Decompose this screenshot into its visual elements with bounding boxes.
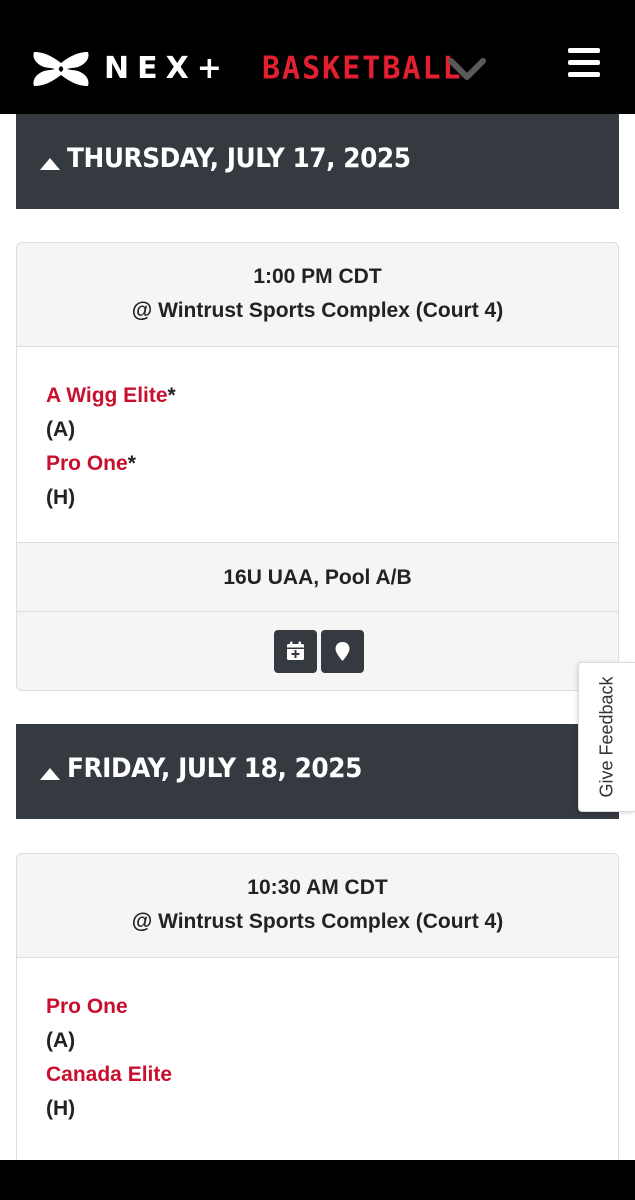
caret-up-icon (40, 158, 60, 170)
section-title[interactable]: BASKETBALL (262, 49, 463, 89)
day-label: THURSDAY, JULY 17, 2025 (67, 143, 411, 174)
top-nav-bar: NEX+ BASKETBALL (0, 0, 635, 114)
bottom-system-bar (0, 1160, 635, 1200)
game-time: 10:30 AM CDT (247, 876, 388, 899)
caret-up-icon (40, 768, 60, 780)
calendar-add-icon (287, 641, 304, 660)
home-designation: (H) (46, 486, 76, 509)
team-marker: * (127, 452, 136, 475)
away-team-link[interactable]: A Wigg Elite (46, 384, 168, 407)
game-card: 1:00 PM CDT @ Wintrust Sports Complex (C… (16, 242, 619, 691)
team-marker: * (167, 384, 176, 407)
map-pin-icon (335, 642, 350, 661)
chevron-down-icon[interactable] (446, 52, 488, 86)
game-card: 10:30 AM CDT @ Wintrust Sports Complex (… (16, 853, 619, 1173)
away-designation: (A) (46, 418, 76, 441)
day-header-friday[interactable]: FRIDAY, JULY 18, 2025 (16, 724, 619, 819)
away-team-link[interactable]: Pro One (46, 995, 128, 1018)
nex-brand-label: NEX+ (104, 51, 230, 86)
game-location: @ Wintrust Sports Complex (Court 4) (131, 910, 504, 933)
game-time: 1:00 PM CDT (253, 265, 382, 288)
game-card-header: 1:00 PM CDT @ Wintrust Sports Complex (C… (17, 243, 618, 347)
under-armour-logo[interactable] (30, 50, 92, 88)
away-designation: (A) (46, 1029, 76, 1052)
matchup: A Wigg Elite* (A) Pro One* (H) (17, 347, 618, 542)
home-team-link[interactable]: Pro One (46, 452, 128, 475)
map-location-button[interactable] (321, 630, 364, 673)
home-team-link[interactable]: Canada Elite (46, 1063, 172, 1086)
matchup: Pro One (A) Canada Elite (H) (17, 958, 618, 1153)
game-location: @ Wintrust Sports Complex (Court 4) (131, 299, 504, 322)
home-designation: (H) (46, 1097, 76, 1120)
give-feedback-tab[interactable]: Give Feedback (578, 662, 635, 812)
add-to-calendar-button[interactable] (274, 630, 317, 673)
hamburger-menu-icon[interactable] (566, 46, 602, 80)
give-feedback-label: Give Feedback (596, 676, 617, 798)
game-actions (17, 612, 618, 690)
division-label: 16U UAA, Pool A/B (17, 542, 618, 612)
day-header-thursday[interactable]: THURSDAY, JULY 17, 2025 (16, 114, 619, 209)
game-card-header: 10:30 AM CDT @ Wintrust Sports Complex (… (17, 854, 618, 958)
day-label: FRIDAY, JULY 18, 2025 (67, 753, 362, 784)
